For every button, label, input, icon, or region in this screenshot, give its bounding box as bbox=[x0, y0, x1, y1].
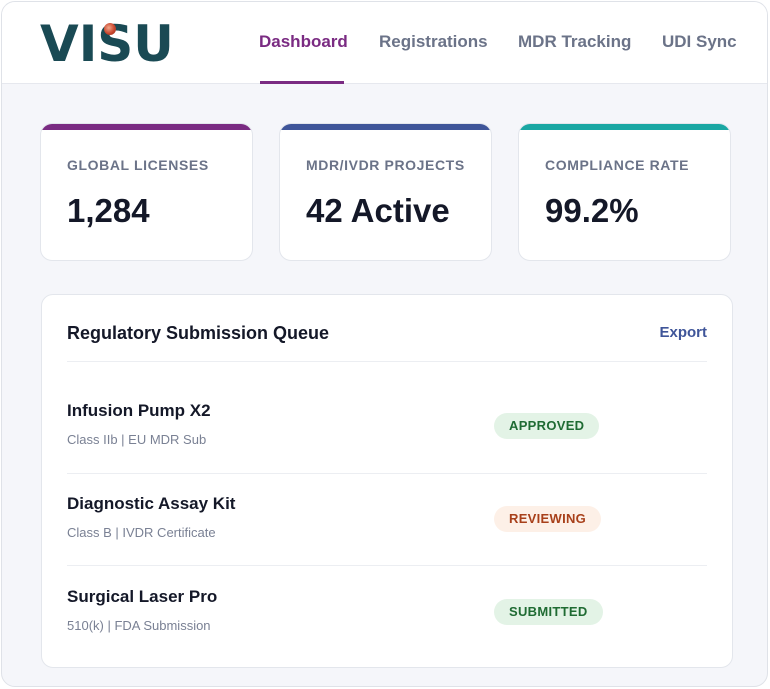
stat-label: GLOBAL LICENSES bbox=[67, 157, 209, 173]
stat-value: 99.2% bbox=[545, 192, 639, 229]
visu-logo[interactable]: VISU bbox=[40, 15, 212, 73]
stat-accent-bar bbox=[519, 124, 730, 130]
queue-row[interactable]: Diagnostic Assay Kit Class B | IVDR Cert… bbox=[67, 474, 707, 566]
device-subtitle: Class B | IVDR Certificate bbox=[67, 525, 216, 540]
nav-mdr-tracking[interactable]: MDR Tracking bbox=[518, 32, 631, 52]
status-badge: SUBMITTED bbox=[494, 599, 603, 625]
divider bbox=[67, 565, 707, 566]
queue-row[interactable]: Surgical Laser Pro 510(k) | FDA Submissi… bbox=[67, 567, 707, 659]
device-name: Infusion Pump X2 bbox=[67, 401, 211, 420]
nav-dashboard[interactable]: Dashboard bbox=[259, 32, 348, 52]
status-badge: REVIEWING bbox=[494, 506, 602, 532]
stat-value: 1,284 bbox=[67, 192, 150, 229]
submission-queue-panel: Regulatory Submission Queue Export Infus… bbox=[41, 294, 733, 668]
device-subtitle: Class IIb | EU MDR Sub bbox=[67, 432, 207, 447]
stat-card-mdr-ivdr-projects: MDR/IVDR PROJECTS 42 Active bbox=[279, 123, 492, 261]
device-name: Diagnostic Assay Kit bbox=[67, 494, 236, 513]
stat-label: MDR/IVDR PROJECTS bbox=[306, 157, 465, 173]
nav-registrations[interactable]: Registrations bbox=[379, 32, 488, 52]
stat-card-compliance-rate: COMPLIANCE RATE 99.2% bbox=[518, 123, 731, 261]
export-button[interactable]: Export bbox=[659, 324, 707, 341]
queue-title: Regulatory Submission Queue bbox=[67, 323, 330, 343]
nav-active-indicator bbox=[260, 81, 344, 84]
top-header: VISU Dashboard Registrations MDR Trackin… bbox=[2, 2, 767, 84]
stat-value: 42 Active bbox=[306, 192, 450, 229]
status-badge: APPROVED bbox=[494, 413, 600, 439]
queue-row[interactable]: Infusion Pump X2 Class IIb | EU MDR Sub … bbox=[67, 381, 707, 473]
stat-label: COMPLIANCE RATE bbox=[545, 157, 690, 173]
device-name: Surgical Laser Pro bbox=[67, 587, 218, 606]
logo-dot-icon bbox=[104, 23, 116, 35]
device-subtitle: 510(k) | FDA Submission bbox=[67, 618, 211, 633]
divider bbox=[67, 361, 707, 362]
stat-accent-bar bbox=[41, 124, 252, 130]
stat-card-global-licenses: GLOBAL LICENSES 1,284 bbox=[40, 123, 253, 261]
stat-accent-bar bbox=[280, 124, 491, 130]
nav-udi-sync[interactable]: UDI Sync bbox=[662, 32, 737, 52]
app-frame: VISU Dashboard Registrations MDR Trackin… bbox=[1, 1, 768, 687]
